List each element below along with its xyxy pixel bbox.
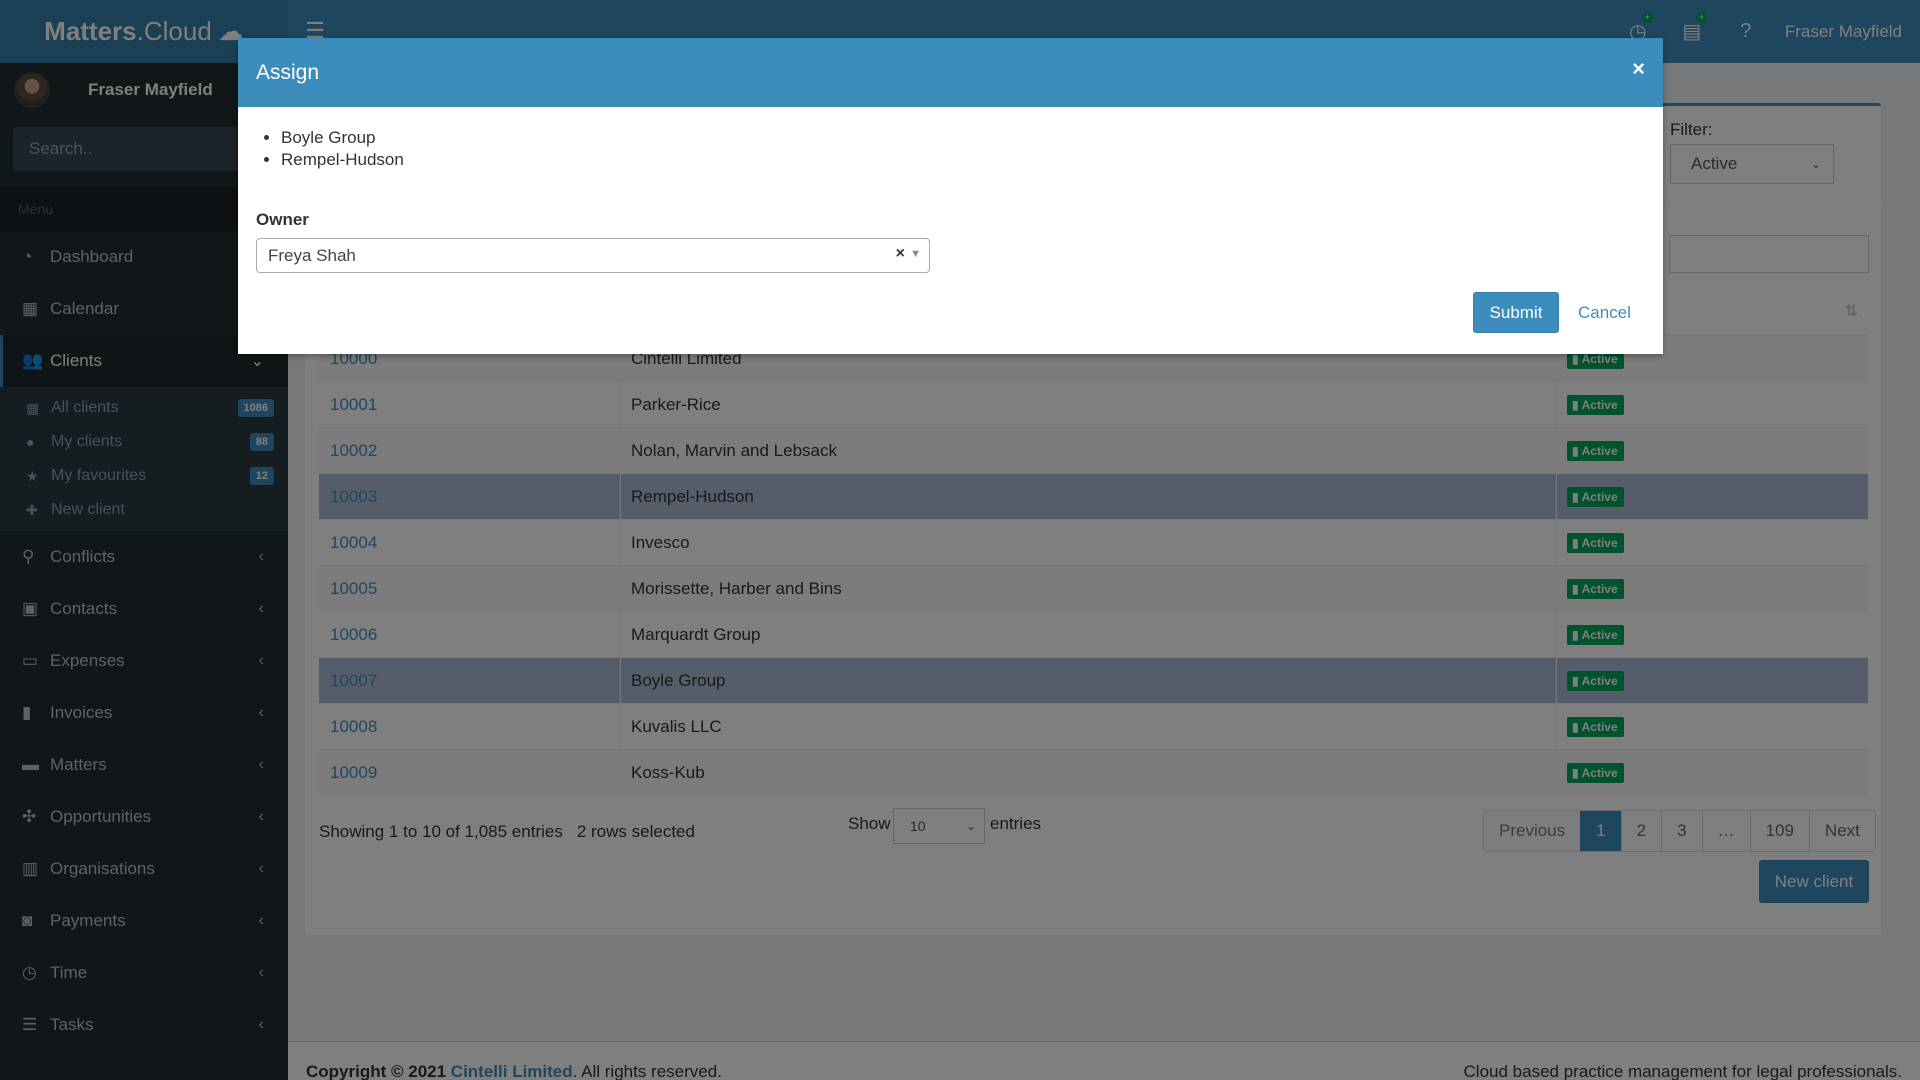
owner-label: Owner — [256, 210, 309, 229]
list-item: Rempel-Hudson — [281, 149, 1663, 171]
owner-select[interactable]: Freya Shah × ▼ — [256, 238, 930, 273]
owner-value: Freya Shah — [268, 245, 356, 265]
submit-button[interactable]: Submit — [1473, 292, 1559, 333]
selected-clients-list: Boyle Group Rempel-Hudson — [281, 127, 1663, 171]
clear-icon[interactable]: × — [896, 245, 905, 263]
chevron-down-icon[interactable]: ▼ — [910, 248, 921, 260]
close-icon[interactable]: × — [1632, 56, 1645, 82]
cancel-button[interactable]: Cancel — [1578, 292, 1631, 333]
list-item: Boyle Group — [281, 127, 1663, 149]
modal-title: Assign — [256, 60, 320, 84]
assign-modal: Assign × Boyle Group Rempel-Hudson Owner… — [238, 38, 1663, 354]
modal-header: Assign × — [238, 38, 1663, 107]
